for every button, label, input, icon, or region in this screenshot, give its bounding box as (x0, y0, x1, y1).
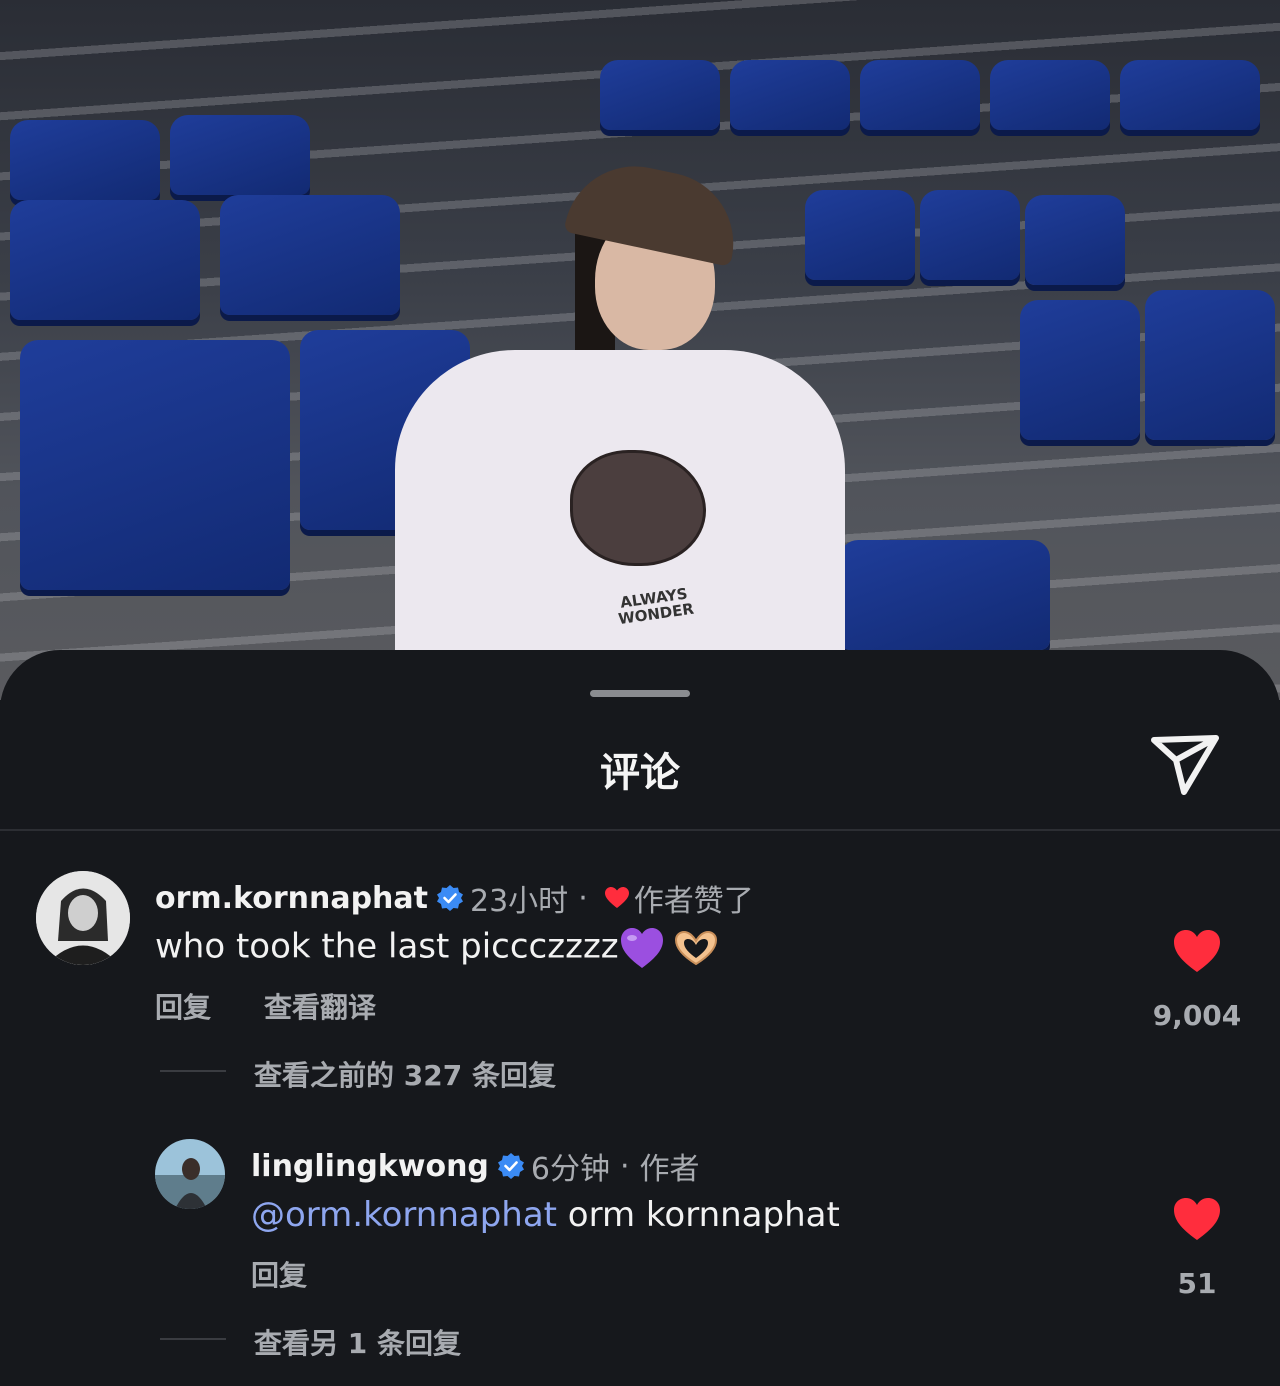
translate-button[interactable]: 查看翻译 (264, 986, 376, 1026)
reply-text: orm kornnaphat (557, 1195, 840, 1235)
stadium-seat (730, 60, 850, 130)
stadium-seat (220, 195, 400, 315)
avatar[interactable] (36, 871, 130, 965)
stadium-seat (1145, 290, 1275, 440)
comment-text: who took the last piccczzzz (155, 926, 619, 967)
send-icon[interactable] (1150, 732, 1220, 798)
like-count: 9,004 (1152, 999, 1242, 1032)
avatar[interactable] (155, 1139, 225, 1209)
reply-text-row: @orm.kornnaphat orm kornnaphat (251, 1195, 840, 1235)
verified-badge-icon (497, 1153, 524, 1179)
like-count: 51 (1177, 1267, 1217, 1300)
reply-button[interactable]: 回复 (155, 986, 211, 1026)
replies-divider (160, 1338, 226, 1340)
verified-badge-icon (437, 885, 463, 911)
stadium-seat (840, 540, 1050, 650)
username[interactable]: orm.kornnaphat (155, 881, 428, 916)
reply-button[interactable]: 回复 (251, 1254, 307, 1294)
mention-link[interactable]: @orm.kornnaphat (251, 1195, 557, 1235)
reply-meta: linglingkwong 6分钟 · 作者 (251, 1144, 700, 1188)
stadium-seat (600, 60, 720, 130)
avatar-photo (36, 871, 130, 965)
shirt-graphic (570, 450, 706, 566)
stadium-seat (10, 120, 160, 200)
separator-dot: · (620, 1148, 630, 1184)
post-photo: ALWAYS WONDER (0, 0, 1280, 700)
sheet-title: 评论 (600, 750, 680, 796)
separator-dot: · (578, 880, 588, 916)
header-divider (0, 829, 1280, 831)
comment-text-row: who took the last piccczzzz (155, 926, 721, 970)
like-heart-icon[interactable] (1172, 1196, 1222, 1242)
stadium-seat (920, 190, 1020, 280)
liked-by-author: 作者赞了 (633, 884, 754, 919)
heart-icon (604, 887, 629, 908)
heart-hands-emoji (674, 930, 717, 966)
stadium-seat (20, 340, 290, 590)
stadium-seat (170, 115, 310, 195)
view-more-replies[interactable]: 查看另 1 条回复 (254, 1322, 461, 1362)
like-heart-icon[interactable] (1172, 928, 1222, 974)
view-previous-replies[interactable]: 查看之前的 327 条回复 (254, 1054, 556, 1094)
purple-heart-emoji (620, 928, 663, 968)
comment-time: 6分钟 (530, 1152, 610, 1187)
username[interactable]: linglingkwong (251, 1149, 489, 1184)
comment-time: 23小时 (470, 884, 569, 919)
drag-handle[interactable] (590, 690, 690, 697)
comment-meta: orm.kornnaphat 23小时 · 作者赞了 (155, 876, 754, 920)
stadium-seat (10, 200, 200, 320)
stadium-seat (1020, 300, 1140, 440)
author-label: 作者 (639, 1152, 700, 1187)
avatar-photo (155, 1139, 225, 1209)
stadium-seat (1025, 195, 1125, 285)
person-figure: ALWAYS WONDER (395, 153, 845, 650)
stadium-seat (1120, 60, 1260, 130)
stadium-seat (860, 60, 980, 130)
replies-divider (160, 1070, 226, 1072)
stadium-seat (990, 60, 1110, 130)
